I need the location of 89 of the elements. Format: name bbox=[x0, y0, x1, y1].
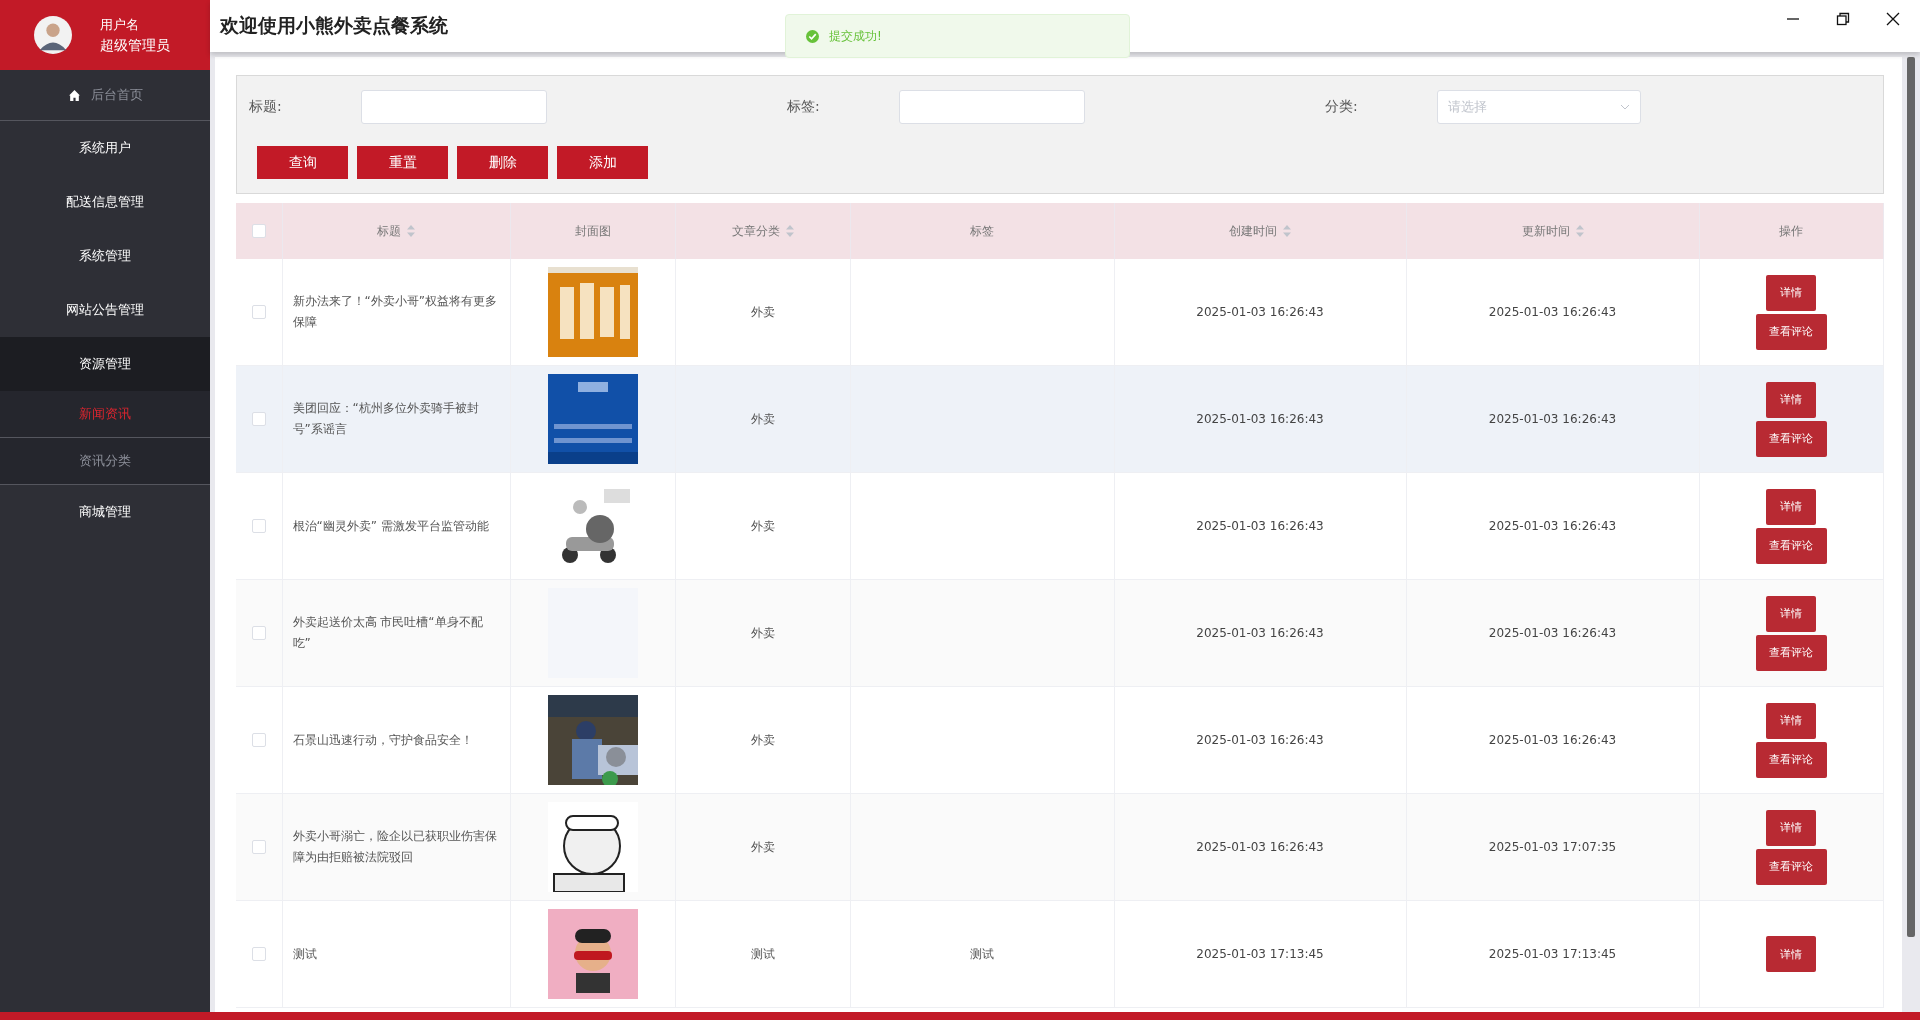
filter-label: 分类: bbox=[1325, 98, 1359, 116]
sort-icon[interactable] bbox=[785, 225, 794, 237]
category-cell: 外卖 bbox=[750, 304, 775, 319]
row-action-button[interactable]: 详情 bbox=[1766, 381, 1817, 418]
column-header: 操作 bbox=[1779, 222, 1804, 240]
column-header: 创建时间 bbox=[1229, 222, 1277, 240]
updated-time: 2025-01-03 16:26:43 bbox=[1488, 305, 1617, 319]
article-title: 外卖起送价太高 市民吐槽“单身不配吃” bbox=[292, 615, 483, 650]
category-cell: 外卖 bbox=[750, 518, 775, 533]
created-time: 2025-01-03 16:26:43 bbox=[1196, 305, 1324, 319]
row-action-button[interactable]: 查看评论 bbox=[1755, 313, 1827, 350]
created-time: 2025-01-03 16:26:43 bbox=[1196, 412, 1324, 426]
updated-time: 2025-01-03 16:26:43 bbox=[1488, 412, 1617, 426]
action-button[interactable]: 删除 bbox=[457, 146, 548, 179]
filter-label: 标题: bbox=[249, 98, 283, 116]
row-action-button[interactable]: 查看评论 bbox=[1755, 634, 1827, 671]
article-title: 新办法来了！“外卖小哥”权益将有更多保障 bbox=[292, 294, 497, 329]
row-action-button[interactable]: 查看评论 bbox=[1755, 420, 1827, 457]
action-button[interactable]: 查询 bbox=[257, 146, 348, 179]
page-title: 欢迎使用小熊外卖点餐系统 bbox=[220, 13, 448, 38]
sort-icon[interactable] bbox=[1283, 225, 1291, 237]
category-cell: 外卖 bbox=[750, 839, 775, 854]
sidebar-item[interactable]: 商城管理 bbox=[0, 485, 210, 539]
column-header: 封面图 bbox=[574, 222, 611, 240]
sidebar-subitem[interactable]: 资讯分类 bbox=[0, 438, 210, 485]
created-time: 2025-01-03 16:26:43 bbox=[1196, 840, 1324, 854]
row-checkbox[interactable] bbox=[251, 733, 266, 748]
row-checkbox[interactable] bbox=[251, 947, 266, 962]
updated-time: 2025-01-03 17:13:45 bbox=[1488, 947, 1617, 961]
row-action-button[interactable]: 查看评论 bbox=[1755, 527, 1827, 564]
sort-icon[interactable] bbox=[1575, 225, 1584, 237]
row-checkbox[interactable] bbox=[251, 626, 266, 641]
restore-icon[interactable] bbox=[1836, 12, 1850, 26]
row-checkbox[interactable] bbox=[251, 519, 266, 534]
column-header: 标签 bbox=[970, 222, 994, 240]
action-button[interactable]: 重置 bbox=[357, 146, 448, 179]
close-icon[interactable] bbox=[1886, 12, 1900, 26]
column-header: 文章分类 bbox=[731, 222, 780, 240]
sidebar-subitem[interactable]: 新闻资讯 bbox=[0, 391, 210, 438]
sidebar-item[interactable]: 系统管理 bbox=[0, 229, 210, 283]
sort-icon[interactable] bbox=[407, 225, 415, 237]
user-name: 用户名 bbox=[100, 15, 140, 34]
avatar-icon bbox=[34, 16, 72, 54]
row-action-button[interactable]: 详情 bbox=[1766, 936, 1817, 972]
category-cell: 外卖 bbox=[750, 411, 775, 426]
category-cell: 外卖 bbox=[750, 625, 775, 640]
updated-time: 2025-01-03 17:07:35 bbox=[1488, 840, 1617, 854]
article-title: 测试 bbox=[292, 946, 317, 961]
sidebar-item[interactable]: 资源管理 bbox=[0, 337, 210, 391]
row-action-button[interactable]: 详情 bbox=[1766, 809, 1817, 846]
chevron-down-icon bbox=[1620, 104, 1630, 110]
row-action-button[interactable]: 详情 bbox=[1766, 274, 1817, 311]
row-action-button[interactable]: 详情 bbox=[1766, 702, 1817, 739]
select-all-checkbox[interactable] bbox=[251, 224, 266, 239]
updated-time: 2025-01-03 16:26:43 bbox=[1488, 519, 1617, 533]
article-title: 石景山迅速行动，守护食品安全！ bbox=[292, 732, 473, 747]
category-cell: 测试 bbox=[750, 946, 775, 961]
input-field[interactable] bbox=[899, 90, 1085, 124]
created-time: 2025-01-03 17:13:45 bbox=[1196, 947, 1324, 961]
created-time: 2025-01-03 16:26:43 bbox=[1196, 733, 1324, 747]
sidebar-item[interactable]: 系统用户 bbox=[0, 121, 210, 175]
sidebar-item[interactable]: 网站公告管理 bbox=[0, 283, 210, 337]
category-cell: 外卖 bbox=[750, 732, 775, 747]
article-title: 美团回应：“杭州多位外卖骑手被封号”系谣言 bbox=[292, 401, 479, 436]
row-action-button[interactable]: 查看评论 bbox=[1755, 848, 1827, 885]
updated-time: 2025-01-03 16:26:43 bbox=[1488, 733, 1617, 747]
column-header: 标题 bbox=[377, 222, 401, 240]
check-circle-icon bbox=[806, 29, 819, 43]
filter-label: 标签: bbox=[787, 98, 821, 116]
created-time: 2025-01-03 16:26:43 bbox=[1196, 626, 1324, 640]
updated-time: 2025-01-03 16:26:43 bbox=[1488, 626, 1617, 640]
row-action-button[interactable]: 查看评论 bbox=[1755, 741, 1827, 778]
row-checkbox[interactable] bbox=[251, 840, 266, 855]
scrollbar[interactable] bbox=[1907, 57, 1915, 937]
action-button[interactable]: 添加 bbox=[557, 146, 648, 179]
article-title: 外卖小哥溺亡，险企以已获职业伤害保障为由拒赔被法院驳回 bbox=[292, 829, 497, 864]
input-field[interactable] bbox=[361, 90, 547, 124]
column-header: 更新时间 bbox=[1521, 222, 1570, 240]
tag-cell: 测试 bbox=[970, 946, 994, 961]
user-role: 超级管理员 bbox=[100, 36, 170, 55]
home-icon bbox=[67, 88, 81, 102]
row-action-button[interactable]: 详情 bbox=[1766, 488, 1817, 525]
row-checkbox[interactable] bbox=[251, 412, 266, 427]
row-checkbox[interactable] bbox=[251, 305, 266, 320]
article-title: 根治“幽灵外卖” 需激发平台监管动能 bbox=[292, 518, 489, 533]
created-time: 2025-01-03 16:26:43 bbox=[1196, 519, 1324, 533]
row-action-button[interactable]: 详情 bbox=[1766, 595, 1817, 632]
sidebar-item[interactable]: 配送信息管理 bbox=[0, 175, 210, 229]
toast-message: 提交成功! bbox=[829, 27, 882, 45]
